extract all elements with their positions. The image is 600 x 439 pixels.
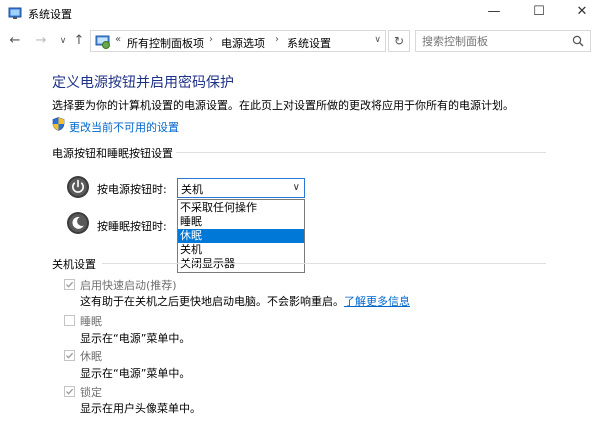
sleep-description: 显示在“电源”菜单中。 [80, 332, 191, 345]
page-description: 选择要为你的计算机设置的电源设置。在此页上对设置所做的更改将应用于你所有的电源计… [52, 99, 514, 112]
minimize-button[interactable]: — [474, 0, 514, 26]
close-button[interactable]: ✕ [562, 0, 600, 26]
breadcrumb-power-options[interactable]: 电源选项 [221, 35, 265, 51]
address-toolbar: ← → ∨ ↑ « 所有控制面板项 › 电源选项 › 系统设置 ∨ ↻ [0, 28, 600, 54]
checkmark-icon [66, 388, 74, 395]
window-title: 系统设置 [28, 8, 72, 21]
hibernate-label: 休眠 [80, 350, 102, 363]
dropdown-option-sleep[interactable]: 睡眠 [178, 215, 304, 229]
back-arrow-icon[interactable]: ← [6, 32, 24, 50]
uac-shield-icon [52, 117, 65, 131]
power-buttons-section-header: 电源按钮和睡眠按钮设置 [52, 147, 173, 160]
shutdown-section-header: 关机设置 [52, 258, 96, 271]
page-title: 定义电源按钮并启用密码保护 [52, 75, 234, 91]
breadcrumb-system-settings[interactable]: 系统设置 [287, 35, 331, 51]
breadcrumb-separator-icon[interactable]: › [209, 34, 213, 45]
fast-startup-description: 这有助于在关机之后更快地启动电脑。不会影响重启。了解更多信息 [80, 293, 410, 309]
refresh-icon[interactable]: ↻ [388, 30, 410, 52]
lock-description: 显示在用户头像菜单中。 [80, 402, 201, 415]
checkmark-icon [66, 352, 74, 359]
checkmark-icon [66, 281, 74, 288]
breadcrumb-overflow[interactable]: « [115, 34, 121, 45]
sleep-label: 睡眠 [80, 315, 102, 328]
dropdown-option-shut-down[interactable]: 关机 [178, 243, 304, 257]
search-icon[interactable] [572, 35, 584, 47]
chevron-down-icon[interactable]: ∨ [293, 182, 300, 193]
dropdown-option-do-nothing[interactable]: 不采取任何操作 [178, 201, 304, 215]
hibernate-description: 显示在“电源”菜单中。 [80, 367, 191, 380]
up-arrow-icon[interactable]: ↑ [70, 32, 88, 50]
power-button-action-value: 关机 [181, 183, 203, 196]
maximize-button[interactable]: ☐ [519, 0, 559, 26]
fast-startup-checkbox[interactable] [64, 279, 75, 290]
fast-startup-description-text: 这有助于在关机之后更快地启动电脑。不会影响重启。 [80, 295, 344, 308]
fast-startup-label: 启用快速启动(推荐) [80, 279, 177, 292]
learn-more-link[interactable]: 了解更多信息 [344, 295, 410, 308]
sleep-button-icon [67, 212, 89, 234]
search-box[interactable] [415, 30, 591, 52]
power-button-label: 按电源按钮时: [97, 183, 167, 196]
dropdown-option-turn-off-display[interactable]: 关闭显示器 [178, 257, 304, 271]
power-button-icon [67, 176, 89, 198]
title-bar: 系统设置 — ☐ ✕ [0, 0, 600, 26]
breadcrumb-all-control-panel[interactable]: 所有控制面板项 [127, 35, 204, 51]
forward-arrow-icon[interactable]: → [32, 32, 50, 50]
search-input[interactable] [422, 33, 562, 49]
hibernate-checkbox[interactable] [64, 350, 75, 361]
control-panel-app-icon [8, 7, 22, 19]
address-field[interactable]: « 所有控制面板项 › 电源选项 › 系统设置 ∨ [90, 30, 386, 52]
section-divider [102, 263, 546, 264]
address-dropdown-icon[interactable]: ∨ [374, 35, 381, 45]
sleep-button-label: 按睡眠按钮时: [97, 220, 167, 233]
breadcrumb-separator-icon[interactable]: › [275, 34, 279, 45]
lock-label: 锁定 [80, 386, 102, 399]
power-button-action-select[interactable]: 关机 ∨ [177, 178, 305, 198]
section-divider [176, 152, 546, 153]
sleep-checkbox[interactable] [64, 315, 75, 326]
lock-checkbox[interactable] [64, 386, 75, 397]
control-panel-icon [95, 35, 110, 49]
dropdown-option-hibernate[interactable]: 休眠 [178, 229, 304, 243]
change-unavailable-settings-link[interactable]: 更改当前不可用的设置 [69, 119, 179, 135]
power-action-dropdown-list: 不采取任何操作 睡眠 休眠 关机 关闭显示器 [177, 199, 305, 273]
